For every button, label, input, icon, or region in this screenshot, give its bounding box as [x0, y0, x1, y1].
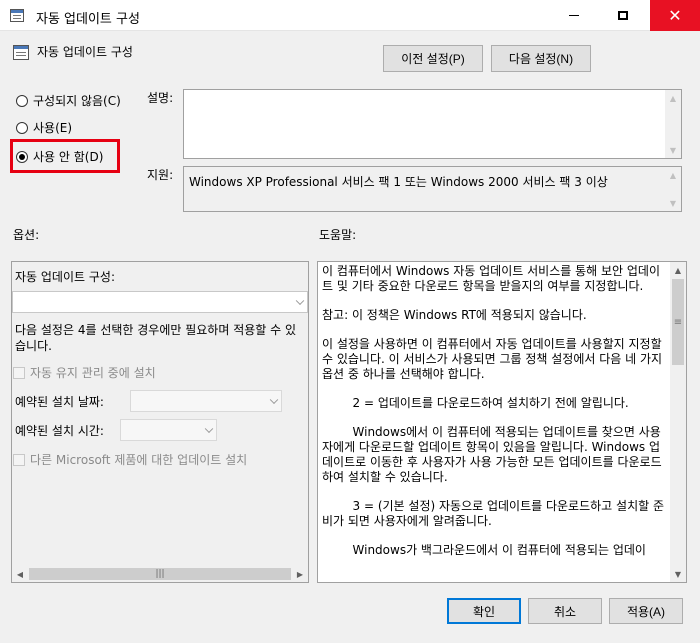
maintenance-checkbox-label: 자동 유지 관리 중에 설치	[30, 366, 156, 380]
install-time-label: 예약된 설치 시간:	[15, 424, 104, 438]
scroll-down-icon[interactable]: ▼	[665, 195, 681, 211]
support-value: Windows XP Professional 서비스 팩 1 또는 Windo…	[189, 175, 608, 189]
help-paragraph: 참고: 이 정책은 Windows RT에 적용되지 않습니다.	[322, 308, 587, 322]
maintenance-checkbox-row[interactable]: 자동 유지 관리 중에 설치	[13, 364, 156, 381]
radio-label: 구성되지 않음(C)	[33, 94, 121, 108]
chevron-down-icon	[204, 424, 214, 434]
options-note: 다음 설정은 4를 선택한 경우에만 필요하며 적용할 수 있습니다.	[15, 323, 297, 353]
scroll-left-icon[interactable]: ◀	[12, 566, 28, 582]
configure-label: 자동 업데이트 구성:	[15, 270, 115, 284]
microsoft-updates-checkbox-label: 다른 Microsoft 제품에 대한 업데이트 설치	[30, 453, 248, 467]
help-panel: 이 컴퓨터에서 Windows 자동 업데이트 서비스를 통해 보안 업데이트 …	[317, 261, 687, 583]
help-text: 이 컴퓨터에서 Windows 자동 업데이트 서비스를 통해 보안 업데이트 …	[322, 264, 664, 572]
support-label: 지원:	[147, 168, 174, 182]
window-title: 자동 업데이트 구성	[36, 12, 140, 27]
maximize-icon	[618, 11, 628, 20]
policy-icon	[13, 45, 29, 60]
microsoft-updates-checkbox-row[interactable]: 다른 Microsoft 제품에 대한 업데이트 설치	[13, 451, 247, 468]
radio-circle[interactable]	[16, 121, 28, 134]
install-day-label: 예약된 설치 날짜:	[15, 395, 104, 409]
horizontal-scroll-thumb[interactable]: |||	[29, 568, 291, 580]
chevron-down-icon	[269, 395, 279, 405]
scroll-down-icon[interactable]: ▼	[665, 142, 681, 158]
close-button[interactable]: ✕	[650, 0, 700, 31]
policy-title: 자동 업데이트 구성	[37, 45, 133, 59]
scroll-up-icon[interactable]: ▲	[665, 90, 681, 106]
help-scrollbar[interactable]: ▲ ≡ ▼	[670, 262, 686, 582]
radio-label: 사용(E)	[33, 121, 73, 135]
help-paragraph: Windows가 백그라운드에서 이 컴퓨터에 적용되는 업데이	[322, 543, 646, 557]
description-scrollbar[interactable]: ▲ ▼	[665, 90, 681, 158]
help-paragraph: Windows에서 이 컴퓨터에 적용되는 업데이트를 찾으면 사용자에게 다운…	[322, 425, 662, 484]
next-setting-button[interactable]: 다음 설정(N)	[491, 45, 591, 72]
help-paragraph: 이 컴퓨터에서 Windows 자동 업데이트 서비스를 통해 보안 업데이트 …	[322, 264, 661, 293]
maximize-button[interactable]	[600, 0, 646, 31]
microsoft-updates-checkbox[interactable]	[13, 453, 25, 466]
policy-icon	[10, 9, 24, 22]
help-label: 도움말:	[319, 228, 357, 242]
radio-not-configured[interactable]: 구성되지 않음(C)	[16, 92, 121, 109]
radio-enabled[interactable]: 사용(E)	[16, 119, 72, 136]
minimize-icon	[569, 15, 579, 16]
help-paragraph: 2 = 업데이트를 다운로드하여 설치하기 전에 알립니다.	[322, 396, 629, 410]
help-paragraph: 이 설정을 사용하면 이 컴퓨터에서 자동 업데이트를 사용할지 지정할 수 있…	[322, 337, 666, 381]
scroll-right-icon[interactable]: ▶	[292, 566, 308, 582]
options-horizontal-scrollbar[interactable]: ◀ ||| ▶	[12, 566, 308, 582]
scroll-up-icon[interactable]: ▲	[670, 262, 686, 278]
support-scrollbar[interactable]: ▲ ▼	[665, 167, 681, 211]
ok-button[interactable]: 확인	[447, 598, 521, 624]
close-icon: ✕	[668, 6, 682, 25]
install-day-dropdown[interactable]	[130, 390, 282, 412]
apply-button[interactable]: 적용(A)	[609, 598, 683, 624]
options-panel: 자동 업데이트 구성: 다음 설정은 4를 선택한 경우에만 필요하며 적용할 …	[11, 261, 309, 583]
scroll-down-icon[interactable]: ▼	[670, 566, 686, 582]
help-paragraph: 3 = (기본 설정) 자동으로 업데이트를 다운로드하고 설치할 준비가 되면…	[322, 499, 665, 528]
options-label: 옵션:	[13, 228, 40, 242]
support-textbox: Windows XP Professional 서비스 팩 1 또는 Windo…	[183, 166, 682, 212]
description-label: 설명:	[147, 91, 174, 105]
prev-setting-button[interactable]: 이전 설정(P)	[383, 45, 483, 72]
selection-highlight-box	[10, 139, 120, 173]
scroll-up-icon[interactable]: ▲	[665, 167, 681, 183]
maintenance-checkbox[interactable]	[13, 366, 25, 379]
cancel-button[interactable]: 취소	[528, 598, 602, 624]
vertical-scroll-thumb[interactable]: ≡	[672, 279, 684, 365]
title-bar: 자동 업데이트 구성 ✕	[0, 0, 700, 31]
radio-circle[interactable]	[16, 94, 28, 107]
chevron-down-icon	[295, 296, 305, 306]
minimize-button[interactable]	[551, 0, 597, 31]
description-textbox[interactable]: ▲ ▼	[183, 89, 682, 159]
install-time-dropdown[interactable]	[120, 419, 217, 441]
configure-dropdown[interactable]	[12, 291, 308, 313]
